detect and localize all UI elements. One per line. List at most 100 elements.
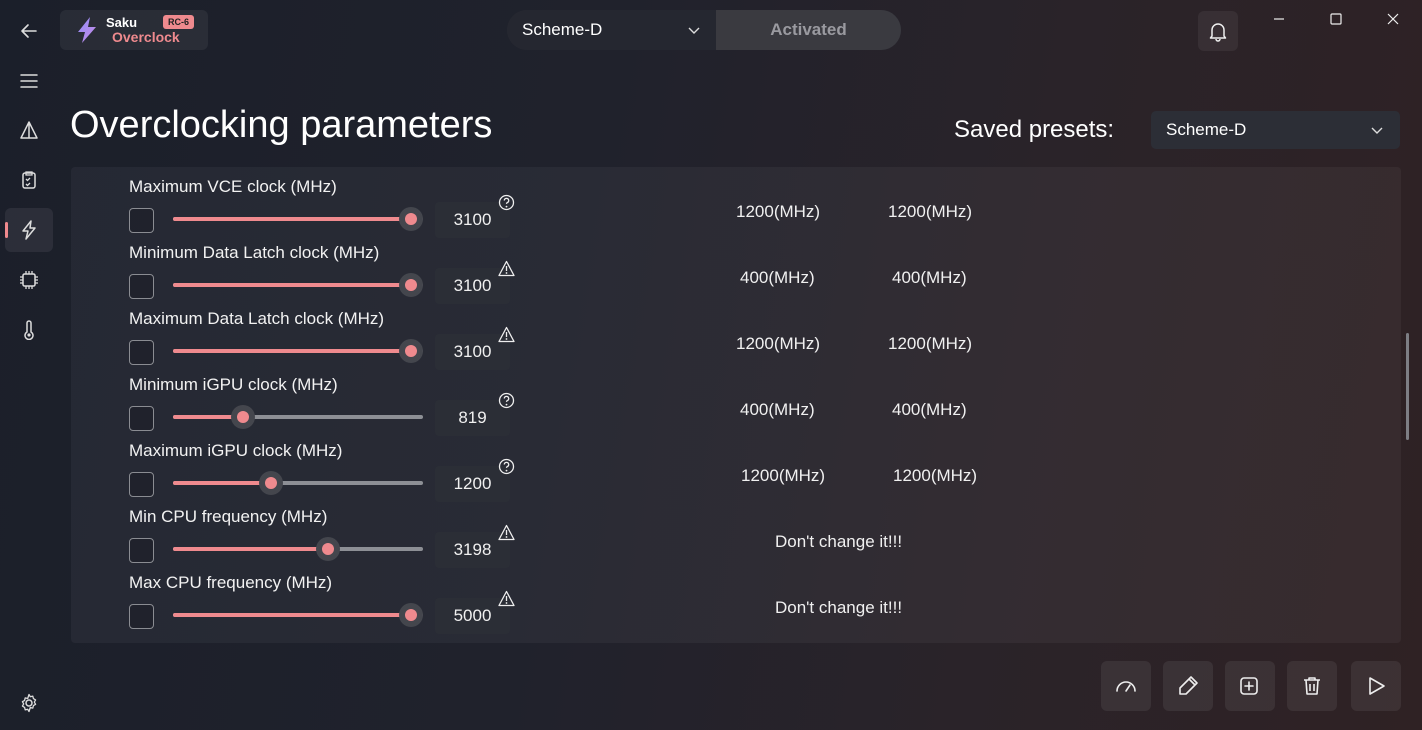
help-circle-icon[interactable]: [498, 392, 515, 409]
warning-triangle-icon[interactable]: [498, 326, 515, 343]
apply-button[interactable]: [1351, 661, 1401, 711]
clipboard-checklist-icon: [22, 171, 36, 189]
warning-note-text: Don't change it!!!: [775, 532, 903, 551]
slider-fill: [173, 613, 411, 617]
version-badge: RC-6: [163, 15, 195, 29]
slider-thumb[interactable]: [399, 339, 423, 363]
edit-preset-button[interactable]: [1163, 661, 1213, 711]
maximize-button[interactable]: [1313, 4, 1359, 34]
nav-item-settings[interactable]: [5, 681, 53, 725]
slider-thumb[interactable]: [399, 273, 423, 297]
menu-button[interactable]: [5, 59, 53, 103]
parameter-label: Maximum VCE clock (MHz): [129, 177, 337, 196]
value-slider[interactable]: [173, 273, 423, 297]
parameter-row: Maximum iGPU clock (MHz) 1200 1200(MHz) 120…: [71, 431, 1401, 502]
close-button[interactable]: [1370, 4, 1416, 34]
enable-checkbox[interactable]: [129, 472, 154, 497]
parameter-row: Minimum Data Latch clock (MHz) 3100 400(MH…: [71, 233, 1401, 304]
trash-icon: [1304, 677, 1320, 695]
default-value-text: 400(MHz): [740, 268, 815, 287]
notifications-button[interactable]: [1198, 11, 1238, 51]
warning-triangle-icon[interactable]: [498, 524, 515, 541]
limit-value-text: 1200(MHz): [888, 334, 973, 353]
saved-presets-value: Scheme-D: [1166, 120, 1247, 139]
slider-fill: [173, 349, 411, 353]
enable-checkbox[interactable]: [129, 538, 154, 563]
minimize-button[interactable]: [1256, 4, 1302, 34]
add-square-icon: [1240, 677, 1258, 695]
nav-item-cpu[interactable]: [5, 258, 53, 302]
add-preset-button[interactable]: [1225, 661, 1275, 711]
navigation-sidebar: [0, 0, 58, 730]
nav-item-checklist[interactable]: [5, 158, 53, 202]
slider-thumb[interactable]: [399, 603, 423, 627]
default-value-text: 1200(MHz): [736, 202, 821, 221]
scheme-switch: Scheme-D Activated: [507, 10, 901, 50]
slider-thumb[interactable]: [399, 207, 423, 231]
enable-checkbox[interactable]: [129, 604, 154, 629]
enable-checkbox[interactable]: [129, 340, 154, 365]
warning-triangle-icon[interactable]: [498, 260, 515, 277]
limit-value-text: 1200(MHz): [888, 202, 973, 221]
maximize-icon: [1330, 13, 1342, 25]
value-slider[interactable]: [173, 207, 423, 231]
default-value-text: 1200(MHz): [736, 334, 821, 353]
scheme-dropdown[interactable]: Scheme-D: [507, 10, 716, 50]
saved-presets-label: Saved presets:: [954, 116, 1115, 143]
enable-checkbox[interactable]: [129, 208, 154, 233]
slider-fill: [173, 481, 271, 485]
nav-item-temperature[interactable]: [5, 308, 53, 352]
parameter-row: Min CPU frequency (MHz) 3198 Don't change …: [71, 497, 1401, 568]
limit-value-text: 1200(MHz): [893, 466, 978, 485]
play-icon: [1369, 677, 1385, 695]
speedometer-button[interactable]: [1101, 661, 1151, 711]
warning-triangle-icon[interactable]: [498, 590, 515, 607]
parameter-row: Maximum VCE clock (MHz) 3100 1200(MHz) 1200…: [71, 167, 1401, 238]
parameter-row: Maximum Data Latch clock (MHz) 3100 1200(M…: [71, 299, 1401, 370]
slider-thumb[interactable]: [316, 537, 340, 561]
value-slider[interactable]: [173, 537, 423, 561]
nav-item-premade[interactable]: [5, 108, 53, 152]
limit-value-text: 400(MHz): [892, 400, 967, 419]
slider-fill: [173, 547, 328, 551]
chevron-down-icon: [688, 27, 700, 34]
value-slider[interactable]: [173, 471, 423, 495]
lightning-bolt-icon: [22, 220, 36, 240]
warning-note-text: Don't change it!!!: [775, 598, 903, 617]
hamburger-menu-icon: [20, 74, 38, 88]
cpu-chip-icon: [20, 271, 38, 289]
selection-indicator: [5, 222, 8, 238]
enable-checkbox[interactable]: [129, 406, 154, 431]
thermometer-icon: [24, 320, 34, 340]
help-circle-icon[interactable]: [498, 458, 515, 475]
default-value-text: 1200(MHz): [741, 466, 826, 485]
parameter-row: Max CPU frequency (MHz) 5000 Don't change …: [71, 563, 1401, 634]
page-title: Overclocking parameters: [70, 104, 493, 146]
scrollbar-thumb[interactable]: [1406, 333, 1409, 440]
slider-thumb[interactable]: [259, 471, 283, 495]
parameter-row: Minimum iGPU clock (MHz) 819 400(MHz) 400(M…: [71, 365, 1401, 436]
saved-presets-dropdown[interactable]: Scheme-D: [1151, 111, 1400, 149]
help-circle-icon[interactable]: [498, 194, 515, 211]
enable-checkbox[interactable]: [129, 274, 154, 299]
lightning-logo-icon: [78, 17, 96, 43]
parameter-label: Maximum iGPU clock (MHz): [129, 441, 343, 460]
parameter-label: Min CPU frequency (MHz): [129, 507, 328, 526]
activated-button[interactable]: Activated: [716, 10, 901, 50]
slider-thumb[interactable]: [231, 405, 255, 429]
warning-triangle-icon: [20, 121, 38, 139]
default-value-text: 400(MHz): [740, 400, 815, 419]
parameters-panel: Maximum VCE clock (MHz) 3100 1200(MHz) 1200…: [71, 167, 1401, 643]
logo-subtitle: Overclock: [112, 29, 180, 45]
delete-preset-button[interactable]: [1287, 661, 1337, 711]
back-button[interactable]: [5, 9, 53, 53]
slider-fill: [173, 283, 411, 287]
limit-value-text: 400(MHz): [892, 268, 967, 287]
settings-gear-icon: [21, 693, 37, 713]
value-slider[interactable]: [173, 603, 423, 627]
app-logo: Saku RC-6 Overclock: [60, 10, 208, 50]
value-slider[interactable]: [173, 405, 423, 429]
parameter-label: Max CPU frequency (MHz): [129, 573, 333, 592]
value-slider[interactable]: [173, 339, 423, 363]
nav-item-overclock[interactable]: [5, 208, 53, 252]
